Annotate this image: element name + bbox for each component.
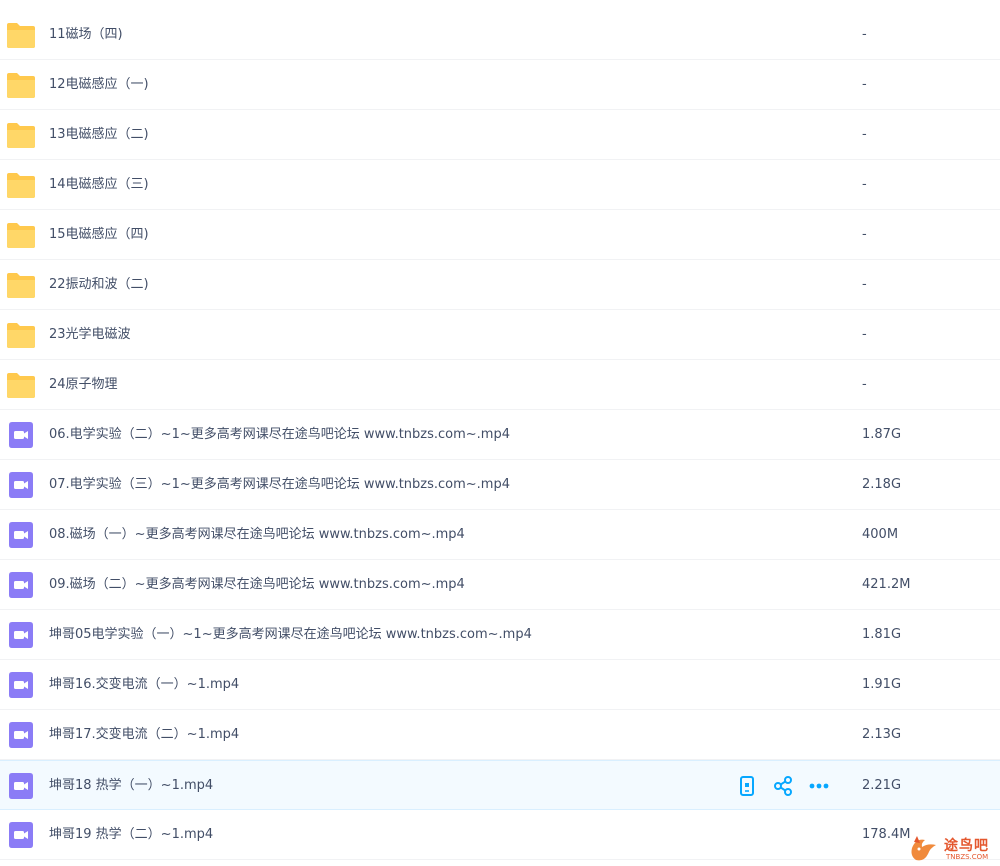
- video-file-icon: [9, 422, 33, 448]
- file-size: 178.4M: [862, 827, 911, 842]
- file-size: 1.81G: [862, 627, 902, 642]
- video-file-icon: [9, 522, 33, 548]
- file-name[interactable]: 07.电学实验（三）~1~更多高考网课尽在途鸟吧论坛 www.tnbzs.com…: [49, 460, 510, 510]
- file-size: 2.21G: [862, 778, 902, 793]
- file-size: 421.2M: [862, 577, 911, 592]
- folder-icon: [7, 373, 35, 398]
- file-size: -: [862, 227, 867, 242]
- file-name[interactable]: 坤哥17.交变电流（二）~1.mp4: [49, 710, 239, 760]
- file-row[interactable]: 23光学电磁波 -: [0, 310, 1000, 360]
- file-list: 11磁场（四) - 12电磁感应（一) - 13电磁感应（二) - 14电磁感应…: [0, 10, 1000, 860]
- file-name[interactable]: 12电磁感应（一): [49, 60, 149, 110]
- file-row[interactable]: 14电磁感应（三) -: [0, 160, 1000, 210]
- video-file-icon: [9, 572, 33, 598]
- file-name[interactable]: 24原子物理: [49, 360, 118, 410]
- file-row[interactable]: 08.磁场（一）~更多高考网课尽在途鸟吧论坛 www.tnbzs.com~.mp…: [0, 510, 1000, 560]
- video-file-icon: [9, 722, 33, 748]
- file-size: -: [862, 177, 867, 192]
- folder-icon: [7, 323, 35, 348]
- folder-icon: [7, 173, 35, 198]
- file-name[interactable]: 11磁场（四): [49, 10, 123, 60]
- file-row[interactable]: 07.电学实验（三）~1~更多高考网课尽在途鸟吧论坛 www.tnbzs.com…: [0, 460, 1000, 510]
- file-size: -: [862, 27, 867, 42]
- watermark-text: 途鸟吧: [944, 838, 989, 854]
- file-size: 1.87G: [862, 427, 902, 442]
- file-row[interactable]: 06.电学实验（二）~1~更多高考网课尽在途鸟吧论坛 www.tnbzs.com…: [0, 410, 1000, 460]
- file-size: 1.91G: [862, 677, 902, 692]
- file-name[interactable]: 14电磁感应（三): [49, 160, 149, 210]
- video-file-icon: [9, 773, 33, 799]
- file-row[interactable]: 24原子物理 -: [0, 360, 1000, 410]
- file-row[interactable]: 坤哥17.交变电流（二）~1.mp4 2.13G: [0, 710, 1000, 760]
- file-size: -: [862, 277, 867, 292]
- file-size: 400M: [862, 527, 899, 542]
- file-row[interactable]: 09.磁场（二）~更多高考网课尽在途鸟吧论坛 www.tnbzs.com~.mp…: [0, 560, 1000, 610]
- file-row[interactable]: 12电磁感应（一) -: [0, 60, 1000, 110]
- file-name[interactable]: 坤哥18 热学（一）~1.mp4: [49, 761, 213, 811]
- file-name[interactable]: 08.磁场（一）~更多高考网课尽在途鸟吧论坛 www.tnbzs.com~.mp…: [49, 510, 465, 560]
- share-icon[interactable]: [772, 775, 794, 797]
- file-row-hovered[interactable]: 坤哥18 热学（一）~1.mp4 2.21G: [0, 760, 1000, 810]
- file-row[interactable]: 坤哥05电学实验（一）~1~更多高考网课尽在途鸟吧论坛 www.tnbzs.co…: [0, 610, 1000, 660]
- folder-icon: [7, 123, 35, 148]
- video-file-icon: [9, 472, 33, 498]
- folder-icon: [7, 273, 35, 298]
- file-name[interactable]: 13电磁感应（二): [49, 110, 149, 160]
- file-name[interactable]: 15电磁感应（四): [49, 210, 149, 260]
- phone-icon[interactable]: [736, 775, 758, 797]
- file-row[interactable]: 坤哥16.交变电流（一）~1.mp4 1.91G: [0, 660, 1000, 710]
- more-icon[interactable]: [808, 775, 830, 797]
- file-name[interactable]: 坤哥05电学实验（一）~1~更多高考网课尽在途鸟吧论坛 www.tnbzs.co…: [49, 610, 532, 660]
- watermark: 途鸟吧 TNBZS.COM: [906, 832, 1000, 866]
- folder-icon: [7, 223, 35, 248]
- file-name[interactable]: 23光学电磁波: [49, 310, 131, 360]
- file-size: -: [862, 127, 867, 142]
- file-row[interactable]: 22振动和波（二) -: [0, 260, 1000, 310]
- file-size: -: [862, 77, 867, 92]
- watermark-subtext: TNBZS.COM: [946, 853, 989, 861]
- video-file-icon: [9, 672, 33, 698]
- file-name[interactable]: 09.磁场（二）~更多高考网课尽在途鸟吧论坛 www.tnbzs.com~.mp…: [49, 560, 465, 610]
- video-file-icon: [9, 822, 33, 848]
- file-name[interactable]: 坤哥16.交变电流（一）~1.mp4: [49, 660, 239, 710]
- file-name[interactable]: 坤哥19 热学（二）~1.mp4: [49, 810, 213, 860]
- file-size: -: [862, 377, 867, 392]
- file-row[interactable]: 13电磁感应（二) -: [0, 110, 1000, 160]
- file-name[interactable]: 22振动和波（二): [49, 260, 149, 310]
- file-row[interactable]: 11磁场（四) -: [0, 10, 1000, 60]
- folder-icon: [7, 73, 35, 98]
- bird-logo-icon: [911, 836, 936, 861]
- folder-icon: [7, 23, 35, 48]
- file-name[interactable]: 06.电学实验（二）~1~更多高考网课尽在途鸟吧论坛 www.tnbzs.com…: [49, 410, 510, 460]
- file-size: 2.13G: [862, 727, 902, 742]
- file-size: 2.18G: [862, 477, 902, 492]
- file-size: -: [862, 327, 867, 342]
- file-row[interactable]: 坤哥19 热学（二）~1.mp4 178.4M: [0, 810, 1000, 860]
- video-file-icon: [9, 622, 33, 648]
- file-row[interactable]: 15电磁感应（四) -: [0, 210, 1000, 260]
